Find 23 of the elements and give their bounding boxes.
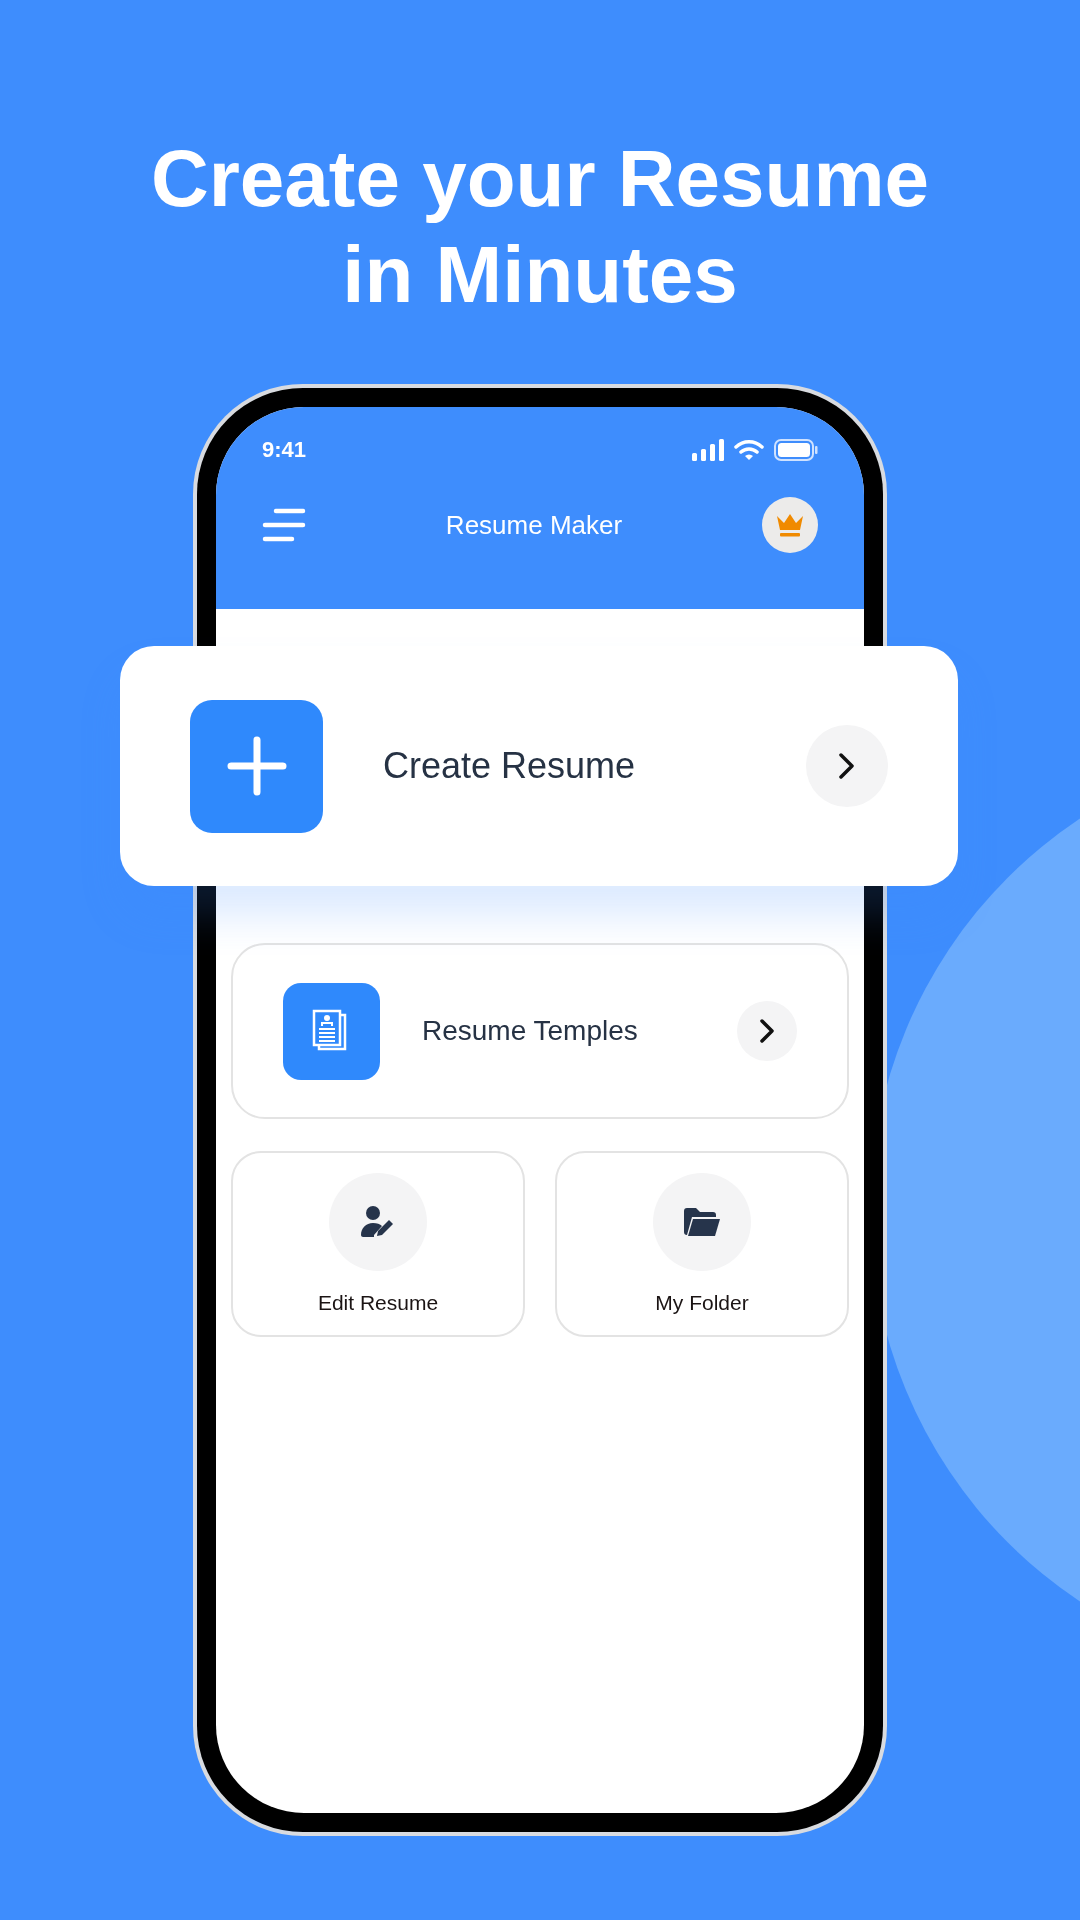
action-tile[interactable]: Edit Resume <box>231 1151 525 1337</box>
tile-label: Edit Resume <box>317 1290 439 1316</box>
person-edit-icon <box>360 1205 396 1239</box>
premium-button[interactable] <box>762 497 818 553</box>
templates-card[interactable]: Resume Temples <box>231 943 849 1119</box>
headline: Create your Resume <box>150 135 930 223</box>
menu-icon[interactable] <box>262 508 306 542</box>
signal-icon <box>692 438 724 461</box>
tile-label: My Folder <box>655 1290 749 1316</box>
app-title: Resume Maker <box>445 508 623 542</box>
chevron-icon <box>838 752 856 780</box>
folder-icon <box>683 1207 721 1237</box>
card-label: Create Resume <box>383 744 637 788</box>
card-label: Resume Temples <box>422 1014 639 1048</box>
headline: in Minutes <box>342 231 738 319</box>
wifi-icon <box>734 438 764 461</box>
battery-icon <box>774 438 818 461</box>
crown-icon <box>775 512 805 538</box>
create-resume-card[interactable]: Create Resume <box>120 646 958 886</box>
chevron-icon <box>759 1018 775 1044</box>
plus-icon <box>226 736 287 796</box>
status-time: 9:41 <box>262 436 307 464</box>
action-tile[interactable]: My Folder <box>555 1151 849 1337</box>
